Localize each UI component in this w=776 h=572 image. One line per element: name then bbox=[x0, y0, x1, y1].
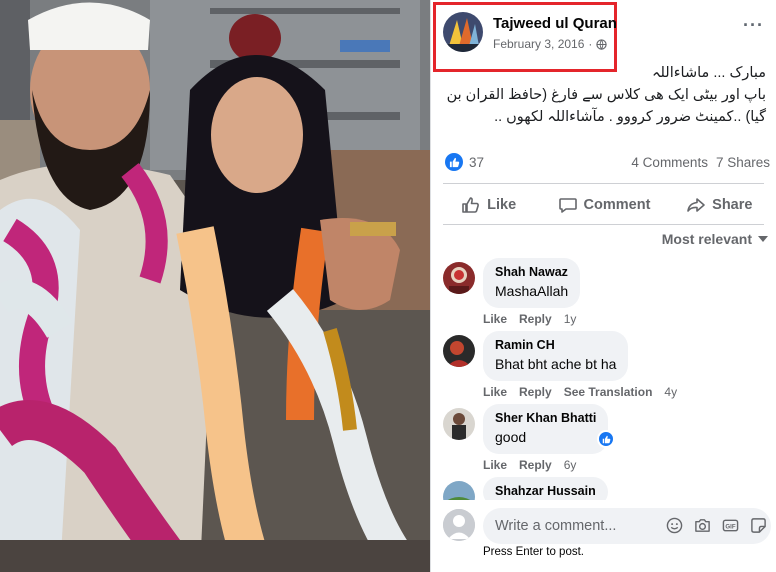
gif-icon[interactable]: GIF bbox=[721, 516, 739, 534]
comment-like-link[interactable]: Like bbox=[483, 458, 507, 472]
post-text: مبارک ... ماشاءاللہ باپ اور بیٹی ایک ھی … bbox=[440, 62, 766, 128]
commenter-avatar[interactable] bbox=[443, 335, 475, 367]
speech-bubble-icon bbox=[558, 198, 577, 213]
thumbs-up-icon bbox=[462, 197, 480, 213]
comment-like-link[interactable]: Like bbox=[483, 312, 507, 326]
composer-tools: GIF bbox=[665, 516, 767, 534]
page-avatar[interactable] bbox=[443, 12, 483, 52]
meta-separator: · bbox=[588, 37, 593, 51]
reactions-summary[interactable]: 37 bbox=[445, 153, 484, 171]
sticker-icon[interactable] bbox=[749, 516, 767, 534]
shares-count[interactable]: 7 Shares bbox=[716, 155, 770, 170]
comment-composer: GIF Press Enter to post. bbox=[431, 500, 776, 572]
caret-down-icon bbox=[758, 236, 768, 242]
comment-reply-link[interactable]: Reply bbox=[519, 312, 552, 326]
commenter-avatar[interactable] bbox=[443, 262, 475, 294]
page-avatar-image bbox=[443, 12, 483, 52]
comment-text: good bbox=[495, 429, 527, 445]
comment-bubble: Shah Nawaz MashaAllah bbox=[483, 258, 581, 308]
post-text-line: باپ اور بیٹی ایک ھی کلاس سے فارغ (حافظ ا… bbox=[446, 87, 766, 103]
smiley-icon[interactable] bbox=[665, 516, 683, 534]
comment-actions: Like Reply See Translation 4y bbox=[483, 385, 677, 399]
divider bbox=[443, 224, 764, 225]
comment-bubble: Sher Khan Bhatti good bbox=[483, 404, 609, 454]
see-translation-link[interactable]: See Translation bbox=[564, 385, 653, 399]
reaction-count: 37 bbox=[469, 154, 485, 170]
comment-button[interactable]: Comment bbox=[546, 188, 661, 222]
commenter-name[interactable]: Ramin CH bbox=[495, 337, 616, 354]
comment-like-link[interactable]: Like bbox=[483, 385, 507, 399]
comment-reply-link[interactable]: Reply bbox=[519, 385, 552, 399]
comment-text: MashaAllah bbox=[495, 283, 569, 299]
share-label: Share bbox=[712, 197, 753, 213]
comment-actions: Like Reply 1y bbox=[483, 312, 576, 326]
commenter-avatar[interactable] bbox=[443, 408, 475, 440]
comment-time[interactable]: 1y bbox=[564, 312, 577, 326]
comment-text: Bhat bht ache bt ha bbox=[495, 356, 617, 372]
svg-text:GIF: GIF bbox=[725, 523, 735, 530]
commenter-name[interactable]: Shah Nawaz bbox=[495, 264, 568, 281]
post-text-line: گیا) ..کمینٹ ضرور کرووو . مآشاءاللہ لکھو… bbox=[494, 109, 766, 125]
commenter-name[interactable]: Shahzar Hussain bbox=[495, 483, 596, 500]
comment-time[interactable]: 4y bbox=[664, 385, 677, 399]
composer-hint: Press Enter to post. bbox=[483, 546, 584, 558]
post-actions: Like Comment Share bbox=[431, 188, 776, 222]
page-name[interactable]: Tajweed ul Quran bbox=[493, 15, 617, 32]
share-button[interactable]: Share bbox=[662, 188, 776, 222]
current-user-avatar[interactable] bbox=[443, 509, 475, 541]
engagement-counts: 4 Comments 7 Shares bbox=[631, 155, 770, 170]
globe-icon bbox=[596, 38, 608, 50]
comment-sort-dropdown[interactable]: Most relevant bbox=[662, 231, 768, 247]
comment-time[interactable]: 6y bbox=[564, 458, 577, 472]
post-photo[interactable] bbox=[0, 0, 430, 572]
post-date[interactable]: February 3, 2016 bbox=[493, 37, 584, 51]
like-label: Like bbox=[487, 197, 517, 213]
comment-label: Comment bbox=[583, 197, 651, 213]
comments-count[interactable]: 4 Comments bbox=[631, 155, 708, 170]
divider bbox=[443, 183, 764, 184]
more-options-button[interactable]: ··· bbox=[743, 16, 764, 34]
facebook-post-view: Tajweed ul Quran February 3, 2016 · ··· … bbox=[0, 0, 776, 572]
share-arrow-icon bbox=[687, 198, 705, 212]
post-text-line: مبارک ... ماشاءاللہ bbox=[652, 65, 766, 81]
like-button[interactable]: Like bbox=[431, 188, 546, 222]
sort-label: Most relevant bbox=[661, 231, 752, 247]
post-meta: February 3, 2016 · bbox=[493, 37, 608, 51]
comment-actions: Like Reply 6y bbox=[483, 458, 576, 472]
post-panel: Tajweed ul Quran February 3, 2016 · ··· … bbox=[430, 0, 776, 572]
commenter-name[interactable]: Sher Khan Bhatti bbox=[495, 410, 596, 427]
photo-illustration bbox=[0, 0, 430, 572]
comment-bubble: Ramin CH Bhat bht ache bt ha bbox=[483, 331, 629, 381]
comment-reply-link[interactable]: Reply bbox=[519, 458, 552, 472]
comment-like-reaction-icon bbox=[597, 430, 615, 448]
camera-icon[interactable] bbox=[693, 516, 711, 534]
like-reaction-icon bbox=[445, 153, 463, 171]
